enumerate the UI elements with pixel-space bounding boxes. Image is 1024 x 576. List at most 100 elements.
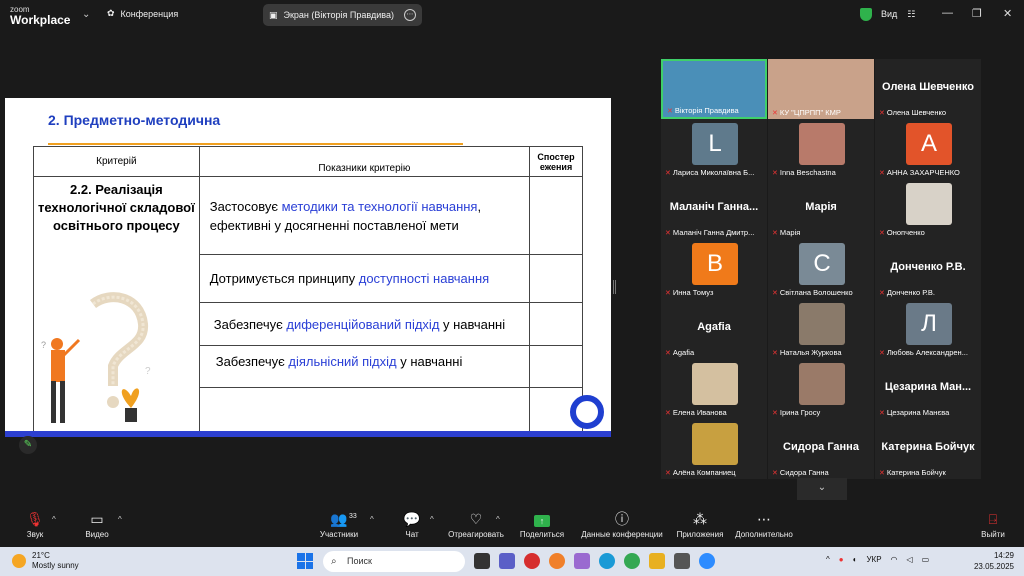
apps-icon: ⁂ [693,511,707,527]
zoom-taskbar-icon[interactable] [699,553,715,569]
minimize-icon[interactable]: — [942,7,953,19]
panel-resize-handle[interactable] [613,280,616,294]
participant-name: КУ "ЦПРПП" КМР [779,108,841,117]
participant-name-label: ✕ Катерина Бойчук [879,468,979,477]
participant-name: Вікторія Правдива [674,106,739,115]
participant-tile[interactable]: Цезарина Ман... ✕ Цезарина Манєва [875,359,981,419]
participant-tile[interactable]: Маланіч Ганна... ✕ Маланіч Ганна Дмитр... [661,179,767,239]
share-screen-button[interactable]: ↑ Поделиться [518,511,566,539]
react-options-caret[interactable]: ^ [496,515,500,524]
more-button[interactable]: ⋯ Дополнительно [733,511,795,539]
windows-taskbar: 21°C Mostly sunny ⌕ Поиск ^ ● ◐ УКР ◠ ◁ … [0,547,1024,576]
participant-tile[interactable]: Катерина Бойчук ✕ Катерина Бойчук [875,419,981,479]
mic-muted-icon: ✕ [772,109,778,117]
mic-muted-icon: ✕ [879,169,885,177]
opera-icon[interactable] [524,553,540,569]
participant-name-label: ✕ Наталья Журкова [772,348,872,357]
info-label: Данные конференции [581,530,663,539]
annotate-pen-icon[interactable]: ✎ [19,436,37,454]
teams-icon[interactable] [499,553,515,569]
taskbar-search[interactable]: ⌕ Поиск [323,551,465,572]
tray-app-icon[interactable]: ● [839,555,844,564]
participant-tile[interactable]: ✕ Inna Beschastna [768,119,874,179]
chat-label: Чат [405,530,419,539]
wifi-icon[interactable]: ◠ [891,555,898,564]
participant-tile[interactable]: ✕ Вікторія Правдива [661,59,767,119]
participant-tile[interactable]: ✕ Наталья Журкова [768,299,874,359]
participant-tile[interactable]: Марія ✕ Марія [768,179,874,239]
observation-cell [529,254,583,303]
copilot-icon[interactable] [574,553,590,569]
time: 14:29 [993,551,1014,560]
mic-muted-icon: ✕ [879,229,885,237]
clock[interactable]: 14:29 23.05.2025 [970,550,1014,572]
participant-tile[interactable]: ✕ Онопченко [875,179,981,239]
audio-options-caret[interactable]: ^ [52,515,56,524]
weather-widget[interactable]: 21°C Mostly sunny [12,551,79,571]
firefox-icon[interactable] [549,553,565,569]
shield-icon[interactable] [860,8,872,21]
language-indicator[interactable]: УКР [866,555,881,564]
leave-button[interactable]: ⍈ Выйти [980,511,1006,539]
participant-name-label: ✕ Цезарина Манєва [879,408,979,417]
participant-name-label: ✕ Онопченко [879,228,979,237]
participant-tile[interactable]: ✕ Елена Иванова [661,359,767,419]
participant-gallery: ✕ Вікторія Правдива ✕ КУ "ЦПРПП" КМР Олена Ш… [660,58,982,479]
header-indicators: Показники критерію [198,146,531,177]
share-label: Поделиться [519,530,565,539]
restore-icon[interactable]: ❐ [972,7,982,20]
tray-app-icon[interactable]: ◐ [853,555,858,564]
chevron-down-icon[interactable]: ⌄ [82,9,90,20]
meeting-info-toolbar-button[interactable]: ⓘ Данные конференции [580,511,664,539]
store-icon[interactable] [674,553,690,569]
meeting-info-button[interactable]: ✿ Конференция [107,8,178,19]
participant-name-label: ✕ Лариса Миколаївна Б... [665,168,765,177]
observation-cell [529,302,583,346]
participant-tile[interactable]: ✕ Алёна Компаниец [661,419,767,479]
indicator-row: Дотримується принципу доступності навчан… [198,254,531,303]
mic-muted-icon: ✕ [879,469,885,477]
volume-icon[interactable]: ◁ [907,555,913,564]
apps-button[interactable]: ⁂ Приложения [675,511,725,539]
close-icon[interactable]: ✕ [1003,7,1012,20]
participant-tile[interactable]: ✕ КУ "ЦПРПП" КМР [768,59,874,119]
video-options-caret[interactable]: ^ [118,515,122,524]
gallery-scroll-down-button[interactable]: ⌄ [797,478,847,500]
participant-tile[interactable]: Донченко Р.В. ✕ Донченко Р.В. [875,239,981,299]
sun-icon [12,554,26,568]
tray-chevron-icon[interactable]: ^ [826,555,830,564]
chat-button[interactable]: 💬 Чат [400,511,424,539]
view-button[interactable]: Вид ☷ [881,9,915,20]
edge-icon[interactable] [599,553,615,569]
participant-tile[interactable]: C ✕ Світлана Волошенко [768,239,874,299]
video-button[interactable]: ▭ Видео [82,511,112,539]
participant-tile[interactable]: Agafia ✕ Agafia [661,299,767,359]
participant-tile[interactable]: A ✕ АННА ЗАХАРЧЕНКО [875,119,981,179]
participant-tile[interactable]: B ✕ Инна Томуз [661,239,767,299]
title-underline [48,143,463,145]
participant-tile[interactable]: ✕ Ірина Гросу [768,359,874,419]
date: 23.05.2025 [973,562,1014,571]
participant-tile[interactable]: L ✕ Лариса Миколаївна Б... [661,119,767,179]
system-tray: ^ ● ◐ УКР ◠ ◁ ▭ [826,555,929,564]
question-illustration: ? ? [41,292,151,423]
windows-start-icon[interactable] [297,553,313,569]
file-explorer-icon[interactable] [649,553,665,569]
participant-tile[interactable]: Сидора Ганна ✕ Сидора Ганна [768,419,874,479]
logo-line2: Workplace [10,13,71,27]
participant-tile[interactable]: Л ✕ Любовь Александрен... [875,299,981,359]
audio-button[interactable]: 🎙 Звук [22,511,48,539]
participant-avatar: C [799,243,845,285]
participant-tile[interactable]: Олена Шевченко ✕ Олена Шевченко [875,59,981,119]
battery-icon[interactable]: ▭ [922,555,930,564]
screen-share-pill[interactable]: ▣ Экран (Вікторія Правдива) ⋯ [263,4,422,26]
mic-muted-icon: ✕ [665,229,671,237]
chrome-icon[interactable] [624,553,640,569]
participant-name: Донченко Р.В. [886,288,935,297]
participant-name-label: ✕ Алёна Компаниец [665,468,765,477]
task-view-icon[interactable] [474,553,490,569]
chat-options-caret[interactable]: ^ [430,515,434,524]
more-icon[interactable]: ⋯ [404,9,416,21]
participants-options-caret[interactable]: ^ [370,515,374,524]
participant-name-label: ✕ Любовь Александрен... [879,348,979,357]
